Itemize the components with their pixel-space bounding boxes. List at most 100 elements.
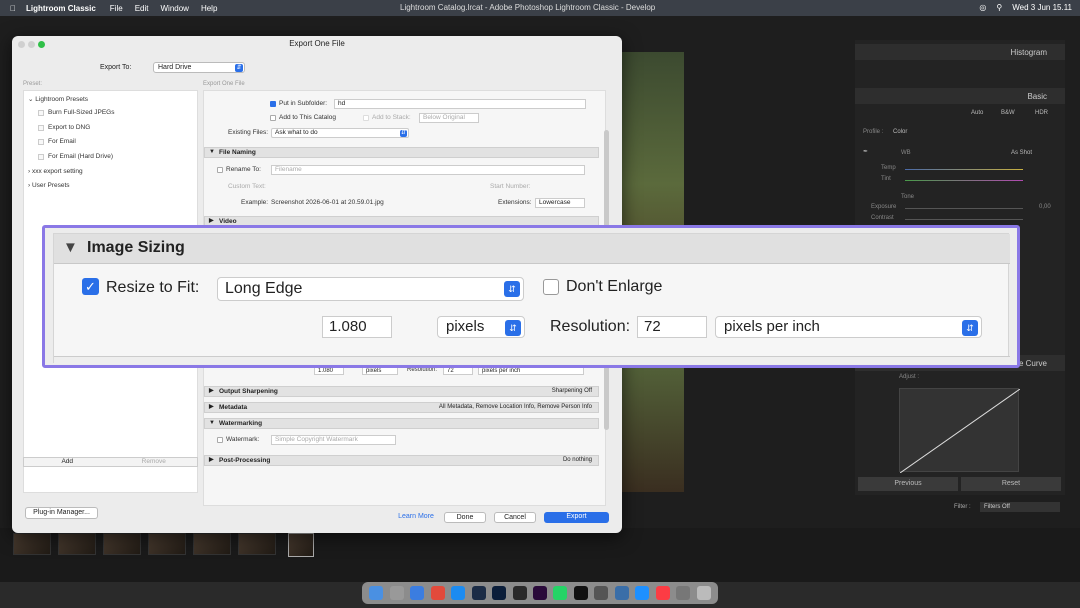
capcut-icon[interactable] bbox=[512, 586, 527, 600]
extensions-select[interactable]: Lowercase bbox=[535, 198, 585, 208]
add-to-stack-checkbox[interactable] bbox=[363, 115, 369, 121]
learn-more-link[interactable]: Learn More bbox=[396, 512, 436, 523]
section-watermarking[interactable]: ▼ Watermarking bbox=[204, 418, 599, 429]
clock[interactable]: Wed 3 Jun 15.11 bbox=[1012, 3, 1072, 12]
existing-files-select[interactable]: Ask what to do ⇵ bbox=[271, 128, 409, 138]
histogram-header[interactable]: Histogram bbox=[855, 44, 1065, 60]
filmstrip-thumb[interactable] bbox=[103, 533, 141, 555]
filmstrip-thumb[interactable] bbox=[58, 533, 96, 555]
watermark-select[interactable]: Simple Copyright Watermark bbox=[271, 435, 396, 445]
put-in-subfolder-checkbox[interactable] bbox=[270, 101, 276, 107]
wifi-icon[interactable]: ◎ bbox=[979, 3, 986, 12]
chrome-icon[interactable] bbox=[430, 586, 445, 600]
section-post-processing[interactable]: ▶ Post-Processing Do nothing bbox=[204, 455, 599, 466]
filmstrip-thumb[interactable] bbox=[148, 533, 186, 555]
export-to-select[interactable]: Hard Drive ⇵ bbox=[153, 62, 245, 73]
exposure-value[interactable]: 0,00 bbox=[1039, 204, 1051, 210]
profile-value[interactable]: Color bbox=[893, 129, 907, 135]
photoshop-icon[interactable] bbox=[492, 586, 507, 600]
menu-help[interactable]: Help bbox=[201, 4, 217, 13]
resolution-input[interactable]: 72 bbox=[637, 316, 707, 338]
preset-checkbox[interactable] bbox=[38, 110, 44, 116]
resize-mode-select[interactable]: Long Edge ⇵ bbox=[217, 277, 524, 301]
preset-checkbox[interactable] bbox=[38, 154, 44, 160]
rename-to-label: Rename To: bbox=[226, 166, 261, 173]
done-button[interactable]: Done bbox=[444, 512, 486, 523]
music-icon[interactable] bbox=[655, 586, 670, 600]
hdr-button[interactable]: HDR bbox=[1035, 110, 1048, 116]
small-size-input[interactable]: 1.080 bbox=[314, 367, 344, 375]
section-file-naming[interactable]: ▼ File Naming bbox=[204, 147, 599, 158]
size-units-select[interactable]: pixels ⇵ bbox=[437, 316, 525, 338]
tint-slider[interactable] bbox=[905, 180, 1023, 181]
chatgpt-icon[interactable] bbox=[594, 586, 609, 600]
size-input[interactable]: 1.080 bbox=[322, 316, 392, 338]
rename-to-checkbox[interactable] bbox=[217, 167, 223, 173]
filmstrip-thumb[interactable] bbox=[238, 533, 276, 555]
filmstrip-thumb[interactable] bbox=[193, 533, 231, 555]
below-original-select[interactable]: Below Original bbox=[419, 113, 479, 123]
safari-icon[interactable] bbox=[410, 586, 425, 600]
preset-for-email-hd[interactable]: For Email (Hard Drive) bbox=[48, 153, 113, 160]
reset-button[interactable]: Reset bbox=[961, 477, 1061, 491]
whatsapp-icon[interactable] bbox=[553, 586, 568, 600]
temp-slider[interactable] bbox=[905, 169, 1023, 170]
preset-burn-full-sized[interactable]: Burn Full-Sized JPEGs bbox=[48, 109, 114, 116]
subfolder-input[interactable]: hd bbox=[334, 99, 586, 109]
preset-checkbox[interactable] bbox=[38, 125, 44, 131]
resize-to-fit-checkbox[interactable]: ✓ bbox=[82, 278, 99, 295]
files-icon[interactable] bbox=[676, 586, 691, 600]
capcut-alt-icon[interactable] bbox=[573, 586, 588, 600]
watermark-checkbox[interactable] bbox=[217, 437, 223, 443]
section-output-sharpening[interactable]: ▶ Output Sharpening Sharpening Off bbox=[204, 386, 599, 397]
filmstrip-thumb-selected[interactable] bbox=[288, 533, 314, 557]
launchpad-icon[interactable] bbox=[389, 586, 404, 600]
auto-button[interactable]: Auto bbox=[971, 110, 983, 116]
small-resolution-units[interactable]: pixels per inch bbox=[478, 367, 584, 375]
remove-preset-button[interactable]: Remove bbox=[110, 458, 197, 466]
search-icon[interactable]: ⚲ bbox=[996, 3, 1002, 12]
preset-checkbox[interactable] bbox=[38, 139, 44, 145]
small-resolution-input[interactable]: 72 bbox=[443, 367, 473, 375]
bw-button[interactable]: B&W bbox=[1001, 110, 1015, 116]
resolution-units-select[interactable]: pixels per inch ⇵ bbox=[715, 316, 982, 338]
filename-select[interactable]: Filename bbox=[271, 165, 585, 175]
quicktime-icon[interactable] bbox=[635, 586, 650, 600]
tone-curve-graph[interactable] bbox=[899, 388, 1021, 474]
lightroom-icon[interactable] bbox=[471, 586, 486, 600]
filmstrip-thumb[interactable] bbox=[13, 533, 51, 555]
menu-window[interactable]: Window bbox=[160, 4, 188, 13]
small-units-select[interactable]: pixels bbox=[362, 367, 398, 375]
menu-edit[interactable]: Edit bbox=[135, 4, 149, 13]
plugin-manager-button[interactable]: Plug-in Manager... bbox=[25, 507, 98, 519]
cancel-button[interactable]: Cancel bbox=[494, 512, 536, 523]
finder-icon[interactable] bbox=[369, 586, 384, 600]
folder-xxx-export[interactable]: › xxx export setting bbox=[28, 168, 83, 175]
previous-button[interactable]: Previous bbox=[858, 477, 958, 491]
wb-value[interactable]: As Shot bbox=[1011, 150, 1032, 156]
preview-icon[interactable] bbox=[614, 586, 629, 600]
preset-export-dng[interactable]: Export to DNG bbox=[48, 124, 90, 131]
menu-file[interactable]: File bbox=[110, 4, 123, 13]
section-metadata[interactable]: ▶ Metadata All Metadata, Remove Location I… bbox=[204, 402, 599, 413]
trash-icon[interactable] bbox=[696, 586, 711, 600]
menu-app-name[interactable]: Lightroom Classic bbox=[26, 4, 96, 13]
image-sizing-header[interactable]: ▼ Image Sizing bbox=[54, 234, 1010, 264]
folder-user-presets[interactable]: › User Presets bbox=[28, 182, 70, 189]
add-preset-button[interactable]: Add bbox=[24, 458, 111, 466]
dont-enlarge-label: Don't Enlarge bbox=[566, 278, 663, 295]
preset-for-email[interactable]: For Email bbox=[48, 138, 76, 145]
contrast-slider[interactable] bbox=[905, 219, 1023, 220]
dont-enlarge-checkbox[interactable] bbox=[543, 279, 559, 295]
app-store-icon[interactable] bbox=[451, 586, 466, 600]
folder-lightroom-presets[interactable]: ⌄ Lightroom Presets bbox=[28, 95, 88, 103]
add-to-catalog-checkbox[interactable] bbox=[270, 115, 276, 121]
export-button[interactable]: Export bbox=[544, 512, 609, 523]
basic-header[interactable]: Basic bbox=[855, 88, 1065, 104]
apple-icon[interactable]:  bbox=[10, 4, 16, 13]
premiere-icon[interactable] bbox=[532, 586, 547, 600]
exposure-slider[interactable] bbox=[905, 208, 1023, 209]
window-title: Lightroom Catalog.lrcat - Adobe Photosho… bbox=[400, 3, 656, 12]
filter-select[interactable]: Filters Off bbox=[980, 502, 1060, 512]
eyedropper-icon[interactable]: ✒ bbox=[863, 148, 868, 155]
